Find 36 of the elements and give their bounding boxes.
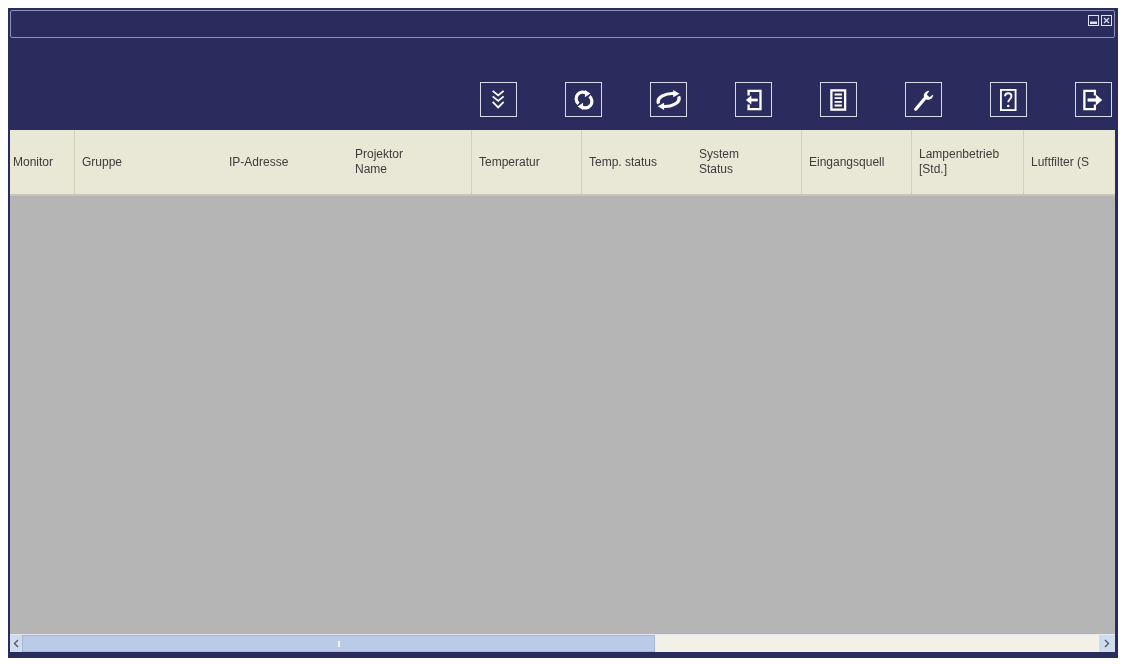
document-lines-icon [830,88,847,111]
column-header[interactable]: Projektor Name [348,130,472,194]
toolbar-button[interactable] [480,82,517,117]
refresh-icon [572,88,595,111]
column-header[interactable]: Monitor [10,130,75,194]
column-header[interactable]: Temp. status [582,130,692,194]
exit-icon [1083,88,1104,111]
column-header[interactable]: Lampenbetrieb [Std.] [912,130,1024,194]
door-arrow-left-icon [744,88,763,111]
help-icon [1000,88,1017,111]
grip-icon [337,640,340,647]
toolbar-button[interactable] [990,82,1027,117]
minimize-icon [1088,15,1099,26]
chevron-left-icon [13,639,19,648]
close-button[interactable] [1101,15,1112,26]
column-header[interactable]: System Status [692,130,802,194]
toolbar-button[interactable] [905,82,942,117]
chevron-right-icon [1104,639,1110,648]
column-header[interactable]: Eingangsquell [802,130,912,194]
toolbar-button[interactable] [820,82,857,117]
toolbar-button[interactable] [650,82,687,117]
scroll-right-button[interactable] [1099,635,1115,652]
toolbar-button[interactable] [1075,82,1112,117]
scroll-left-button[interactable] [10,635,22,652]
wrench-icon [912,88,935,111]
toolbar-button[interactable] [565,82,602,117]
scrollbar-thumb[interactable] [22,635,655,652]
column-header[interactable]: IP-Adresse [222,130,348,194]
column-header[interactable]: Gruppe [75,130,222,194]
minimize-button[interactable] [1088,15,1099,26]
column-header[interactable]: Temperatur [472,130,582,194]
rotate-arrows-icon [654,89,683,110]
column-header[interactable]: Luftfilter (S [1024,130,1115,194]
toolbar-button[interactable] [735,82,772,117]
horizontal-scrollbar[interactable] [10,634,1115,652]
close-icon [1101,15,1112,26]
